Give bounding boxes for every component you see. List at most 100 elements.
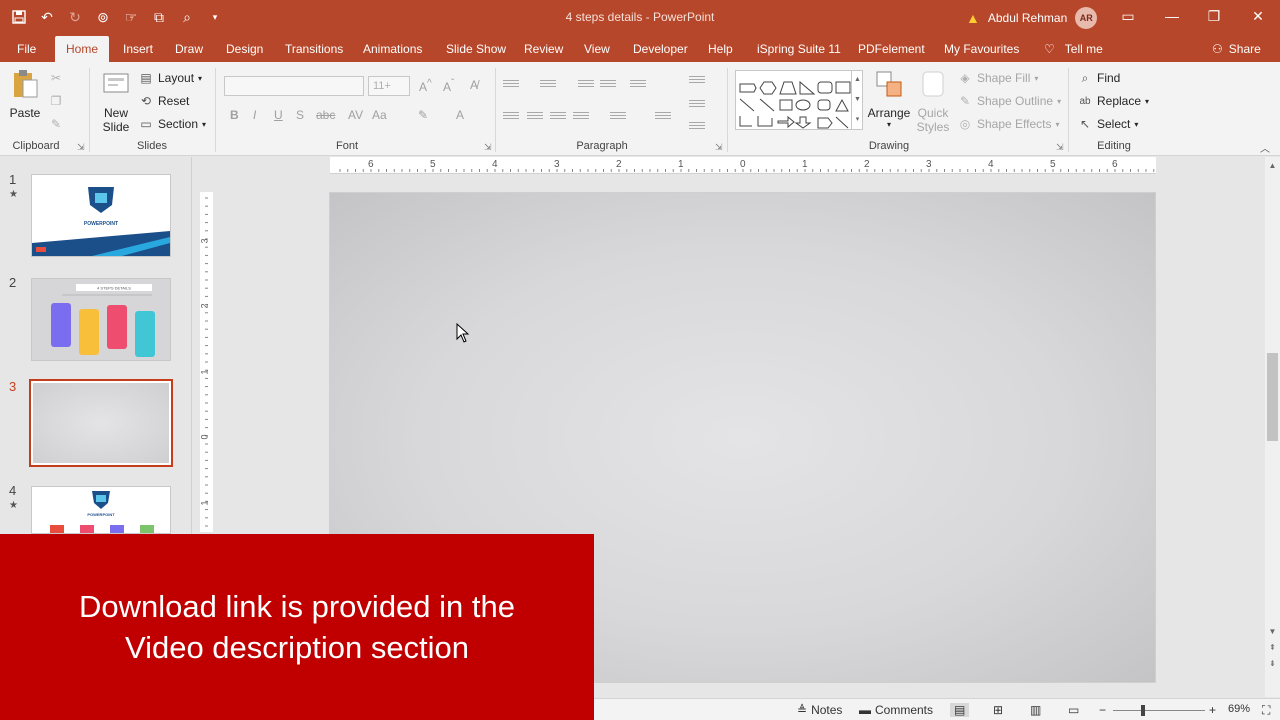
new-slide-button[interactable]: New Slide	[96, 68, 136, 134]
slide-thumbnail-3[interactable]	[29, 379, 173, 467]
paragraph-spacing-icon[interactable]	[655, 110, 671, 122]
tab-insert[interactable]: Insert	[119, 36, 157, 62]
tab-my-favourites[interactable]: My Favourites	[940, 36, 1023, 62]
shape-outline-button[interactable]: ✎ Shape Outline ▾	[957, 91, 1061, 111]
character-spacing-icon[interactable]: AV	[348, 108, 363, 122]
replace-button[interactable]: ab Replace ▾	[1077, 91, 1149, 111]
select-button[interactable]: ↖ Select ▾	[1077, 114, 1138, 134]
paste-button[interactable]: Paste	[8, 68, 42, 120]
quick-styles-button[interactable]: Quick Styles	[912, 68, 954, 134]
vertical-scrollbar[interactable]: ▲ ▼ ⇞ ⇟	[1265, 157, 1280, 697]
font-dialog-launcher-icon[interactable]: ⇲	[484, 142, 492, 153]
bullets-icon[interactable]	[503, 78, 519, 90]
scroll-thumb[interactable]	[1267, 353, 1278, 441]
tab-slide-show[interactable]: Slide Show	[442, 36, 510, 62]
align-left-icon[interactable]	[503, 110, 519, 122]
zoom-level[interactable]: 69%	[1228, 703, 1250, 715]
smartart-icon[interactable]	[689, 120, 705, 132]
previous-slide-icon[interactable]: ⇞	[1265, 643, 1280, 652]
cut-icon[interactable]: ✂	[48, 70, 64, 86]
section-button[interactable]: ▭ Section ▾	[138, 114, 206, 134]
tab-help[interactable]: Help	[704, 36, 737, 62]
customize-qat-icon[interactable]: ▾	[204, 6, 226, 28]
scroll-up-icon[interactable]: ▲	[1265, 161, 1280, 170]
align-right-icon[interactable]	[550, 110, 566, 122]
underline-icon[interactable]: U	[274, 108, 283, 122]
tab-draw[interactable]: Draw	[171, 36, 207, 62]
align-center-icon[interactable]	[527, 110, 543, 122]
reading-view-icon[interactable]: ▥	[1030, 703, 1041, 717]
tab-review[interactable]: Review	[520, 36, 567, 62]
font-name-input[interactable]	[224, 76, 364, 96]
present-icon[interactable]: ⊚	[92, 6, 114, 28]
italic-icon[interactable]: I	[253, 108, 256, 122]
copy-icon[interactable]: ❐	[48, 93, 64, 109]
tab-home[interactable]: Home	[55, 36, 110, 62]
strikethrough-icon[interactable]: abc	[316, 108, 335, 122]
find-button[interactable]: ⌕ Find	[1077, 68, 1121, 88]
increase-font-icon[interactable]: A^	[419, 78, 432, 94]
tab-design[interactable]: Design	[222, 36, 267, 62]
save-icon[interactable]	[8, 6, 30, 28]
zoom-out-icon[interactable]: −	[1099, 703, 1106, 717]
slide-thumbnail-1[interactable]: POWERPOINT	[31, 174, 171, 257]
shadow-icon[interactable]: S	[296, 108, 304, 122]
share-button[interactable]: ⚇ Share	[1208, 36, 1265, 62]
tab-ispring[interactable]: iSpring Suite 11	[753, 36, 845, 62]
zoom-slider-handle[interactable]	[1141, 705, 1145, 716]
layout-button[interactable]: ▤ Layout ▾	[138, 68, 202, 88]
slide-show-icon[interactable]: ▭	[1068, 703, 1079, 717]
tell-me-search[interactable]: ♡ Tell me	[1040, 36, 1107, 62]
minimize-icon[interactable]: —	[1150, 0, 1194, 32]
normal-view-icon[interactable]: ▤	[950, 703, 970, 717]
font-color-icon[interactable]: A	[456, 108, 464, 122]
zoom-in-icon[interactable]: +	[1209, 703, 1216, 717]
slide-thumbnail-4[interactable]: POWERPOINT	[31, 486, 171, 534]
touch-mode-icon[interactable]: ☞	[120, 6, 142, 28]
close-icon[interactable]: ✕	[1236, 0, 1280, 32]
arrange-button[interactable]: Arrange ▾	[866, 68, 912, 129]
drawing-dialog-launcher-icon[interactable]: ⇲	[1056, 142, 1064, 153]
slide-thumbnail-2[interactable]: 4 STEPS DETAILS	[31, 278, 171, 361]
tab-animations[interactable]: Animations	[359, 36, 426, 62]
restore-icon[interactable]: ❐	[1192, 0, 1236, 32]
scroll-down-icon[interactable]: ▼	[1265, 627, 1280, 636]
columns-icon[interactable]	[610, 110, 626, 122]
tab-view[interactable]: View	[580, 36, 614, 62]
redo-icon[interactable]: ↻	[64, 6, 86, 28]
clipboard-dialog-launcher-icon[interactable]: ⇲	[77, 142, 85, 153]
shapes-scroll-icon[interactable]: ▲ ▼ ▾	[851, 70, 863, 130]
bold-icon[interactable]: B	[230, 108, 239, 122]
tab-transitions[interactable]: Transitions	[281, 36, 347, 62]
numbering-icon[interactable]	[540, 78, 556, 90]
line-spacing-icon[interactable]	[630, 78, 646, 90]
paragraph-dialog-launcher-icon[interactable]: ⇲	[715, 142, 723, 153]
tab-developer[interactable]: Developer	[629, 36, 692, 62]
comments-button[interactable]: ▬ Comments	[859, 703, 933, 717]
next-slide-icon[interactable]: ⇟	[1265, 659, 1280, 668]
tab-pdfelement[interactable]: PDFelement	[854, 36, 929, 62]
shape-effects-button[interactable]: ◎ Shape Effects ▾	[957, 114, 1060, 134]
align-text-icon[interactable]	[689, 98, 705, 110]
shape-fill-button[interactable]: ◈ Shape Fill ▾	[957, 68, 1038, 88]
font-size-input[interactable]: 11+	[368, 76, 410, 96]
tab-file[interactable]: File	[13, 36, 40, 62]
slide-sorter-icon[interactable]: ⊞	[993, 703, 1003, 717]
shapes-gallery[interactable]	[735, 70, 863, 130]
zoom-slider[interactable]	[1113, 710, 1205, 711]
notes-button[interactable]: ≜ Notes	[797, 703, 842, 717]
clear-formatting-icon[interactable]: A̸	[470, 78, 478, 92]
ribbon-display-options-icon[interactable]: ▭	[1106, 0, 1150, 32]
format-painter-icon[interactable]: ✎	[48, 116, 64, 132]
increase-indent-icon[interactable]	[600, 78, 616, 90]
decrease-font-icon[interactable]: Aˇ	[443, 78, 454, 94]
reset-button[interactable]: ⟲ Reset	[138, 91, 189, 111]
print-preview-icon[interactable]: ⌕	[176, 6, 198, 28]
change-case-icon[interactable]: Aa	[372, 108, 387, 122]
fit-to-window-icon[interactable]: ⛶	[1262, 703, 1270, 718]
decrease-indent-icon[interactable]	[578, 78, 594, 90]
screenshot-icon[interactable]: ⧉	[148, 6, 170, 28]
user-account[interactable]: ▲ Abdul Rehman AR	[966, 7, 1098, 29]
undo-icon[interactable]: ↶	[36, 6, 58, 28]
text-direction-icon[interactable]	[689, 74, 705, 86]
